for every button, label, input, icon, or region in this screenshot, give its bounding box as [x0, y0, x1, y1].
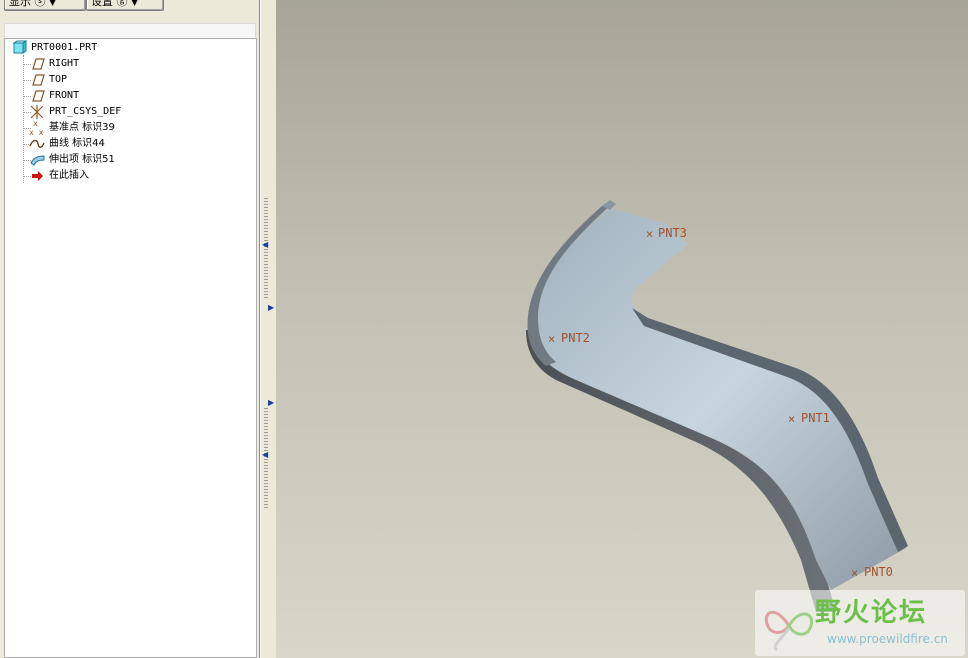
expand-right-icon[interactable]: ▶: [268, 398, 274, 407]
watermark-title: 野火论坛: [815, 598, 928, 628]
curve-icon: [29, 139, 45, 148]
part-icon: [12, 40, 27, 54]
svg-text:×: ×: [548, 332, 555, 346]
tree-item-label: 基准点 标识39: [49, 122, 115, 133]
datum-plane-icon: [32, 74, 45, 86]
point-label: PNT3: [658, 226, 687, 240]
tree-connector: [23, 55, 24, 183]
watermark-url: www.proewildfire.cn: [827, 632, 948, 646]
protrusion-icon: [30, 155, 45, 166]
svg-text:×: ×: [788, 412, 795, 426]
insert-here-arrow-icon: [32, 171, 43, 181]
point-pnt2[interactable]: × PNT2: [548, 331, 590, 346]
model-tree[interactable]: PRT0001.PRT RIGHT TOP FRONT PRT_CSYS_DEF…: [4, 38, 257, 658]
svg-text:x: x: [33, 120, 38, 128]
datum-plane-icon: [32, 90, 45, 102]
svg-text:×: ×: [646, 227, 653, 241]
datum-plane-icon: [32, 58, 45, 70]
tree-item-label: 在此插入: [49, 170, 89, 181]
point-pnt3[interactable]: × PNT3: [646, 226, 687, 241]
model-tree-panel: 显示 ⓢ ▼ 设置 ⓖ ▼ PRT0001.PRT RIGHT TOP FRON…: [0, 0, 260, 658]
show-menu-label: 显示 ⓢ: [9, 0, 46, 8]
chevron-down-icon: ▼: [131, 0, 138, 7]
graphics-window[interactable]: × PNT3 × PNT2 × PNT1 × PNT0: [276, 0, 968, 658]
model-3d-view[interactable]: × PNT3 × PNT2 × PNT1 × PNT0: [276, 0, 968, 658]
butterfly-logo-icon: [764, 610, 814, 652]
tree-item-label: TOP: [49, 74, 68, 85]
point-label: PNT1: [801, 411, 830, 425]
collapse-left-icon[interactable]: ◀: [262, 240, 268, 249]
point-pnt0[interactable]: × PNT0: [851, 565, 893, 580]
tree-root-label: PRT0001.PRT: [31, 42, 98, 53]
settings-menu-label: 设置 ⓖ: [91, 0, 128, 8]
panel-splitter[interactable]: ◀ ▶ ▶ ◀: [260, 0, 277, 658]
tree-item-label: 伸出项 标识51: [49, 154, 115, 165]
tree-item-label: PRT_CSYS_DEF: [49, 106, 122, 117]
expand-right-icon[interactable]: ▶: [268, 303, 274, 312]
point-pnt1[interactable]: × PNT1: [788, 411, 830, 426]
svg-text:x x: x x: [29, 128, 44, 136]
tree-filter-bar: [4, 23, 256, 39]
svg-text:×: ×: [851, 566, 858, 580]
coordinate-system-icon: [30, 105, 44, 119]
forum-watermark: 野火论坛 www.proewildfire.cn: [755, 590, 965, 656]
collapse-left-icon[interactable]: ◀: [262, 450, 268, 459]
tree-item-label: RIGHT: [49, 58, 80, 69]
tree-item-label: FRONT: [49, 90, 80, 101]
model-top-face: [527, 208, 906, 590]
settings-menu-button[interactable]: 设置 ⓖ ▼: [86, 0, 164, 11]
chevron-down-icon: ▼: [49, 0, 56, 7]
tree-item-label: 曲线 标识44: [49, 138, 105, 149]
show-menu-button[interactable]: 显示 ⓢ ▼: [4, 0, 86, 11]
point-label: PNT0: [864, 565, 893, 579]
point-label: PNT2: [561, 331, 590, 345]
datum-point-icon: x x x: [29, 120, 44, 136]
